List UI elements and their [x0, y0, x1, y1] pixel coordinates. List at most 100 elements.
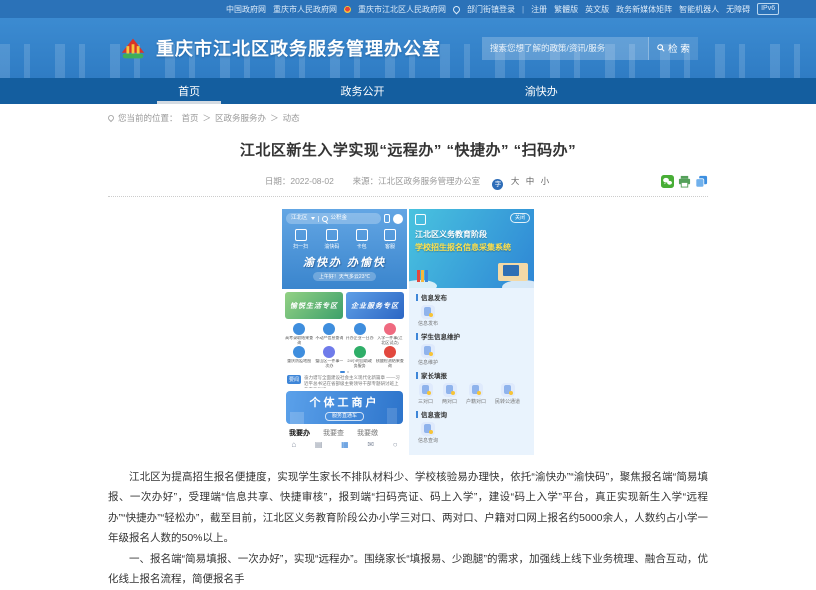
- link-chongqing-gov[interactable]: 重庆市人民政府网: [273, 4, 337, 15]
- function-item[interactable]: 民转公通道: [495, 383, 520, 405]
- section-parent-fill: 家长填报 三对口 两对口 户籍对口 民转公通道: [416, 370, 527, 407]
- new-media-matrix-link[interactable]: 政务新媒体矩阵: [616, 4, 672, 15]
- service-item[interactable]: 核酸检测结果查询: [375, 346, 405, 368]
- font-size-medium[interactable]: 中: [526, 176, 535, 186]
- traditional-chinese-link[interactable]: 繁體版: [554, 4, 578, 15]
- function-item[interactable]: 信息维护: [418, 344, 438, 366]
- register-link[interactable]: 注册: [531, 4, 547, 15]
- font-size-large[interactable]: 大: [511, 176, 520, 186]
- english-link[interactable]: 英文版: [585, 4, 609, 15]
- form-icon: [419, 383, 433, 397]
- chat-icon: [384, 229, 396, 241]
- site-brand[interactable]: 重庆市江北区政务服务管理办公室: [118, 33, 441, 63]
- breadcrumb-home[interactable]: 首页: [182, 112, 199, 124]
- top-utility-bar: 中国政府网 重庆市人民政府网 重庆市江北区人民政府网 部门街镇 登录 | 注册 …: [0, 0, 816, 18]
- ipv6-badge[interactable]: IPv6: [757, 3, 779, 15]
- meta-divider: [108, 196, 708, 197]
- service-icon: [384, 323, 396, 335]
- qr-code-icon[interactable]: [341, 440, 349, 449]
- quick-service[interactable]: 客服: [384, 229, 396, 250]
- function-item[interactable]: 信息查询: [418, 422, 438, 444]
- region-selector[interactable]: 江北区: [291, 213, 308, 224]
- search-icon: [657, 44, 665, 52]
- service-icon: [323, 323, 335, 335]
- nav-item-yukuaiban[interactable]: 渝快办: [513, 78, 570, 104]
- site-masthead: 重庆市江北区政务服务管理办公室 检 索: [0, 18, 816, 78]
- section-info-query: 信息查询 信息查询: [416, 409, 527, 446]
- mic-icon[interactable]: [384, 214, 390, 223]
- home-icon[interactable]: [291, 440, 296, 449]
- share-toolbar: [661, 175, 708, 188]
- breadcrumb-separator: ＞: [203, 112, 212, 124]
- article-date: 2022-08-02: [290, 176, 333, 186]
- accessibility-link[interactable]: 无障碍: [726, 4, 750, 15]
- search-input[interactable]: [482, 37, 648, 60]
- section-bar: [416, 333, 418, 340]
- section-bar: [416, 372, 418, 379]
- robot-link[interactable]: 智能机器人: [679, 4, 719, 15]
- search-button[interactable]: 检 索: [648, 37, 698, 60]
- close-button[interactable]: 关闭: [510, 213, 530, 223]
- enterprise-zone-card[interactable]: 企业服务专区: [346, 292, 404, 319]
- section-title: 信息发布: [421, 292, 447, 302]
- profile-icon[interactable]: [393, 440, 398, 449]
- tab-query[interactable]: 我要查: [323, 428, 344, 438]
- breadcrumb: 您当前的位置： 首页 ＞ 区政务服务办 ＞ 动态: [108, 112, 708, 124]
- link-jiangbei-gov[interactable]: 重庆市江北区人民政府网: [358, 4, 446, 15]
- font-size-icon: 字: [492, 179, 503, 190]
- service-item[interactable]: 入学一件事(江北区试点): [375, 323, 405, 345]
- business-banner[interactable]: 个体工商户 服务直通车: [286, 391, 403, 424]
- tab-todo[interactable]: 我要办: [289, 428, 310, 438]
- news-row[interactable]: 要闻 奋力谱写全面建设社会主义现代化新篇章 ——习近平总书记在省部级主要领导干部…: [282, 372, 407, 390]
- section-title: 家长填报: [421, 370, 447, 380]
- article-body: 江北区为提高招生报名便捷度，实现学生家长不排队材料少、学校核验易办理快，依托“渝…: [108, 467, 708, 590]
- messages-icon[interactable]: [367, 440, 374, 449]
- quick-qrcode[interactable]: 渝快码: [324, 229, 339, 250]
- copy-icon[interactable]: [695, 175, 708, 188]
- link-china-gov[interactable]: 中国政府网: [226, 4, 266, 15]
- function-item[interactable]: 两对口: [442, 383, 457, 405]
- figure-right-phone: 关闭 江北区义务教育阶段 学校招生报名信息采集系统 信息发布 信息发布 学生信息…: [409, 209, 534, 455]
- service-item[interactable]: 开办企业一日办: [345, 323, 375, 345]
- service-item[interactable]: 璧山区一件事一次办: [314, 346, 344, 368]
- form-icon: [443, 383, 457, 397]
- site-logo-icon: [118, 33, 148, 63]
- wechat-share-icon[interactable]: [661, 175, 674, 188]
- source-label: 来源：: [353, 176, 379, 186]
- service-grid: 高考录取结果查询 不动产信息查询 开办企业一日办 入学一件事(江北区试点) 重庆…: [282, 322, 407, 368]
- app-tabs: 我要办 我要查 我要缴: [282, 425, 407, 438]
- section-title: 信息查询: [421, 409, 447, 419]
- article-title: 江北区新生入学实现“远程办” “快捷办” “扫码办”: [108, 139, 708, 160]
- breadcrumb-section[interactable]: 区政务服务办: [215, 112, 266, 124]
- separator: |: [522, 5, 524, 14]
- article-figure: 江北区 公积金 扫一扫 渝快码 卡包 客服 渝快办 办愉快 上午好！天气多云23…: [282, 209, 534, 455]
- service-item[interactable]: 24小时自助政务服务: [345, 346, 375, 368]
- banner-subtitle: 服务直通车: [325, 412, 364, 421]
- nav-item-open-gov[interactable]: 政务公开: [328, 78, 396, 104]
- services-icon[interactable]: [315, 440, 323, 449]
- function-item[interactable]: 三对口: [418, 383, 433, 405]
- app-search-bar[interactable]: 江北区 公积金: [286, 213, 381, 224]
- service-item[interactable]: 重庆防疫地图: [284, 346, 314, 368]
- search-doc-icon: [421, 422, 435, 436]
- breadcrumb-separator: ＞: [270, 112, 279, 124]
- tab-pay[interactable]: 我要缴: [357, 428, 378, 438]
- quick-scan[interactable]: 扫一扫: [293, 229, 308, 250]
- service-item[interactable]: 高考录取结果查询: [284, 323, 314, 345]
- service-item[interactable]: 不动产信息查询: [314, 323, 344, 345]
- function-item[interactable]: 信息发布: [418, 305, 438, 327]
- qr-code-icon: [326, 229, 338, 241]
- life-zone-card[interactable]: 愉悦生活专区: [285, 292, 343, 319]
- nav-item-home[interactable]: 首页: [166, 78, 212, 104]
- font-size-small[interactable]: 小: [541, 176, 550, 186]
- function-item[interactable]: 户籍对口: [466, 383, 486, 405]
- avatar[interactable]: [393, 214, 403, 224]
- laptop-illustration: [498, 263, 528, 281]
- date-label: 日期：: [265, 176, 291, 186]
- print-icon[interactable]: [678, 175, 691, 188]
- login-link[interactable]: 登录: [499, 4, 515, 15]
- paragraph: 江北区为提高招生报名便捷度，实现学生家长不排队材料少、学校核验易办理快，依托“渝…: [108, 467, 708, 549]
- national-emblem-icon: [344, 6, 351, 13]
- quick-cards[interactable]: 卡包: [356, 229, 368, 250]
- link-departments[interactable]: 部门街镇: [467, 4, 499, 15]
